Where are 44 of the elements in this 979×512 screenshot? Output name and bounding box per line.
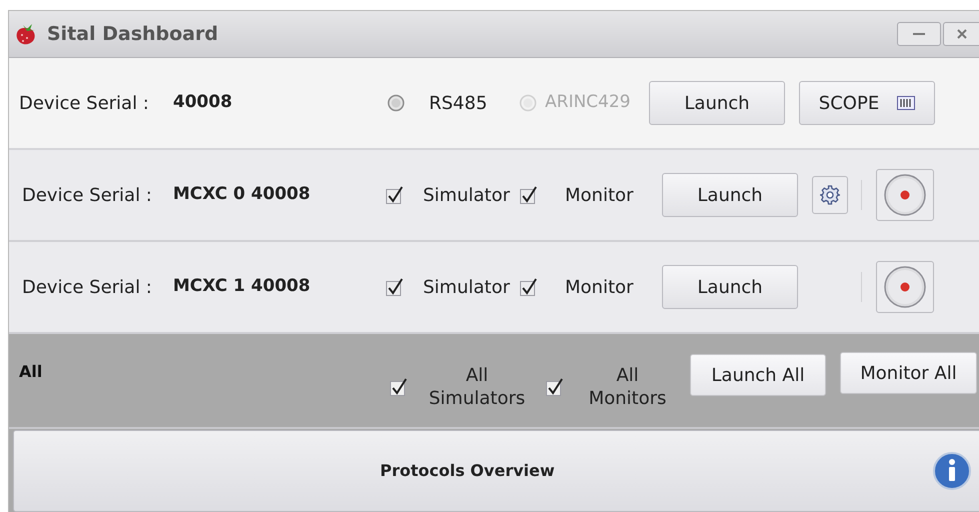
checkbox[interactable] [545, 377, 565, 397]
launch-all-button[interactable]: Launch All [690, 354, 826, 396]
radio-button[interactable] [387, 94, 405, 112]
launch-button[interactable]: Launch [662, 265, 798, 309]
record-button[interactable] [876, 261, 934, 313]
device-serial-value: 40008 [173, 91, 234, 114]
device-serial-value: MCXC 0 40008 [173, 183, 312, 206]
checkbox[interactable] [519, 185, 539, 205]
checkbox-label-line: Simulators [428, 387, 526, 410]
device-serial-value: MCXC 1 40008 [173, 275, 312, 298]
info-icon [932, 451, 972, 491]
checkbox-label-line: Monitors [588, 387, 668, 410]
window-title: Sital Dashboard [47, 22, 218, 47]
record-icon [883, 173, 927, 217]
scope-button[interactable]: SCOPE [799, 81, 935, 125]
meter-icon [897, 96, 916, 110]
protocols-overview-button[interactable]: Protocols Overview [13, 430, 979, 512]
radio-label: RS485 [429, 92, 488, 116]
radio-label: ARINC429 [545, 91, 632, 114]
checkbox-label: Monitor [565, 184, 634, 208]
checkbox-label-line: All [615, 364, 640, 387]
launch-button[interactable]: Launch [649, 81, 785, 125]
device-serial-label: Device Serial : [22, 184, 153, 208]
launch-button[interactable]: Launch [662, 173, 798, 217]
close-icon [956, 29, 966, 39]
minimize-icon [913, 32, 925, 36]
monitor-all-button[interactable]: Monitor All [840, 352, 977, 394]
device-serial-label: Device Serial : [19, 92, 150, 116]
settings-button[interactable] [812, 176, 848, 214]
checkbox-label: Monitor [565, 276, 634, 300]
checkbox-label: Simulator [423, 184, 511, 208]
checkbox-label-line: All [464, 364, 490, 387]
checkbox[interactable] [385, 185, 405, 205]
checkbox[interactable] [389, 377, 409, 397]
checkbox[interactable] [519, 277, 539, 297]
minimize-button[interactable] [897, 22, 941, 46]
record-button[interactable] [876, 169, 934, 221]
record-icon [883, 265, 927, 309]
all-label: All [19, 361, 44, 383]
device-serial-label: Device Serial : [22, 276, 153, 300]
checkbox[interactable] [385, 277, 405, 297]
checkbox-label: Simulator [423, 276, 511, 300]
close-button[interactable] [943, 22, 979, 46]
gear-icon [820, 185, 840, 205]
